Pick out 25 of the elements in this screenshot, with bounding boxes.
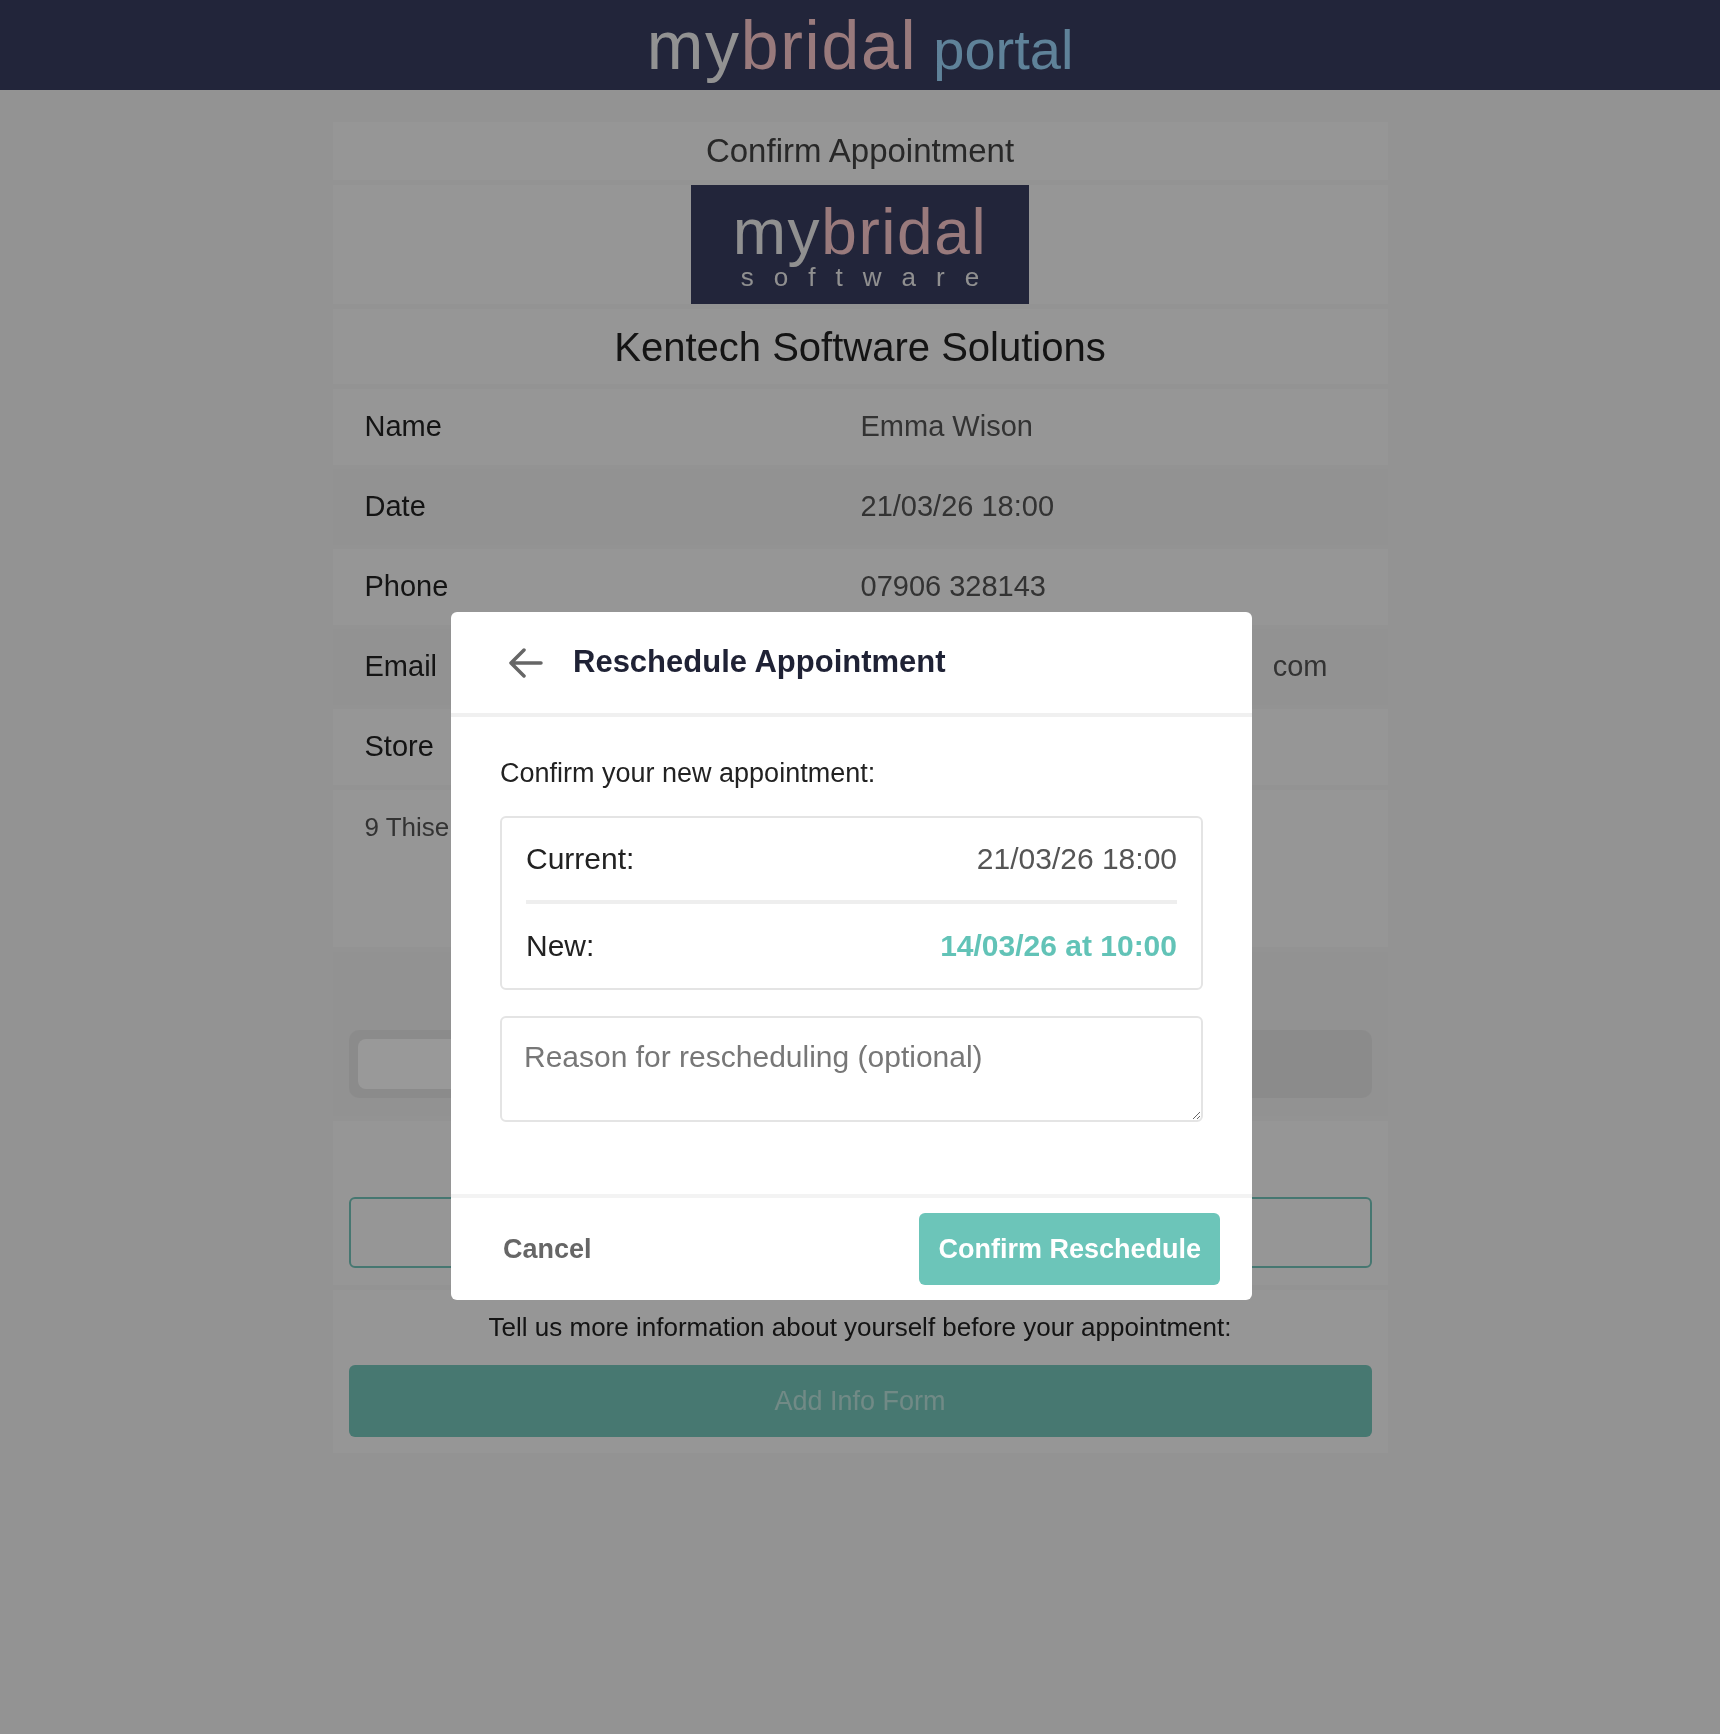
confirm-button[interactable]: Confirm Reschedule <box>919 1213 1220 1285</box>
dialog-prompt: Confirm your new appointment: <box>500 757 877 790</box>
current-value: 21/03/26 18:00 <box>976 841 1177 877</box>
field-value: com <box>1272 649 1328 685</box>
field-label: Phone <box>364 569 450 605</box>
cancel-button[interactable]: Cancel <box>503 1228 592 1270</box>
field-value: Emma Wison <box>860 409 1033 445</box>
current-label: Current: <box>526 841 635 877</box>
page-title: Confirm Appointment <box>705 131 1015 172</box>
company-name: Kentech Software Solutions <box>614 323 1106 371</box>
field-label: Name <box>364 409 443 445</box>
back-arrow-icon[interactable] <box>509 647 543 678</box>
field-label: Date <box>364 489 427 525</box>
info-prompt: Tell us more information about yourself before your appointment: <box>488 1311 1232 1344</box>
new-value: 14/03/26 at 10:00 <box>940 928 1177 964</box>
field-label: Email <box>364 649 437 685</box>
dialog-title: Reschedule Appointment <box>573 643 946 682</box>
address-text: 9 Thise <box>364 812 450 842</box>
logo-text: bridal <box>740 11 918 79</box>
field-label: Store <box>364 729 435 765</box>
field-value: 21/03/26 18:00 <box>860 489 1054 525</box>
reason-field[interactable]: Reason for rescheduling (optional) <box>500 1015 1203 1122</box>
logo-text: bridal <box>821 199 988 264</box>
field-value: 07906 328143 <box>860 569 1046 605</box>
new-label: New: <box>526 928 595 964</box>
